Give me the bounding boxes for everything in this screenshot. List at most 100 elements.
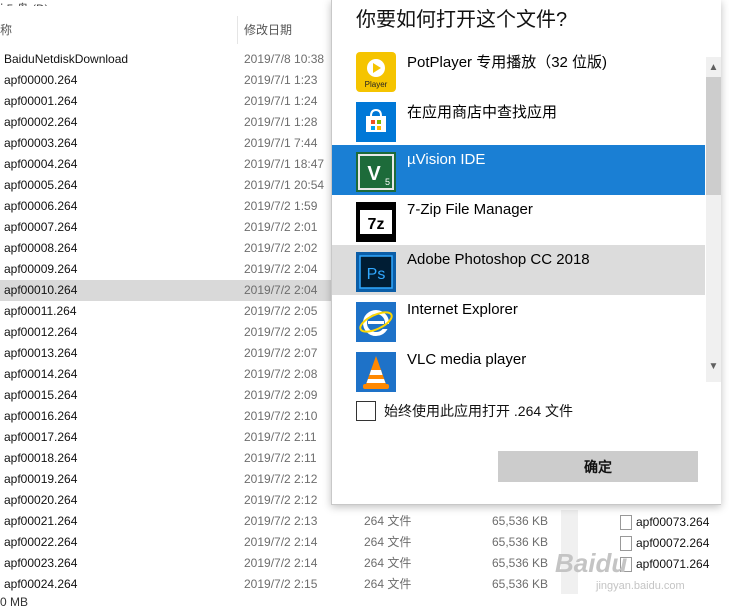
drive-title-fragment: ⅰ 5 盘 (D) xyxy=(0,0,340,6)
file-name: apf00007.264 xyxy=(4,220,78,234)
table-row[interactable]: apf00010.264 2019/7/2 2:04 xyxy=(0,280,340,301)
list-item[interactable]: apf00073.264 xyxy=(620,512,709,532)
table-row[interactable]: apf00012.264 2019/7/2 2:05 xyxy=(0,322,340,343)
table-row[interactable]: apf00014.264 2019/7/2 2:08 xyxy=(0,364,340,385)
file-date: 2019/7/1 20:54 xyxy=(244,178,325,192)
watermark-url: jingyan.baidu.com xyxy=(596,580,685,592)
file-type: 264 文件 xyxy=(364,556,412,570)
app-item-ie[interactable]: Internet Explorer xyxy=(332,295,705,345)
app-list-scrollbar[interactable]: ▲ ▼ xyxy=(706,57,721,382)
app-label: VLC media player xyxy=(407,351,527,368)
table-row[interactable]: apf00017.264 2019/7/2 2:11 xyxy=(0,427,340,448)
file-name: apf00010.264 xyxy=(4,283,78,297)
file-name: apf00019.264 xyxy=(4,472,78,486)
file-name: apf00023.264 xyxy=(4,556,78,570)
status-bar: 0 MB xyxy=(0,594,729,614)
app-item-7zip[interactable]: 7z 7-Zip File Manager xyxy=(332,195,705,245)
list-item[interactable]: apf00071.264 xyxy=(620,554,709,574)
dialog-title: 你要如何打开这个文件? xyxy=(356,9,568,31)
open-with-dialog: 你要如何打开这个文件? Player PotPlayer 专用播放（32 位版)… xyxy=(331,0,721,505)
file-type: 264 文件 xyxy=(364,577,412,591)
file-date: 2019/7/1 7:44 xyxy=(244,136,318,150)
file-date: 2019/7/2 2:15 xyxy=(244,577,318,591)
table-row[interactable]: apf00024.264 2019/7/2 2:15 264 文件 65,536 KB xyxy=(0,574,600,595)
table-row[interactable]: apf00006.264 2019/7/2 1:59 xyxy=(0,196,340,217)
table-row[interactable]: apf00020.264 2019/7/2 2:12 xyxy=(0,490,340,511)
always-use-checkbox[interactable] xyxy=(356,401,376,421)
table-row[interactable]: apf00003.264 2019/7/1 7:44 xyxy=(0,133,340,154)
uvision-icon: V 5 xyxy=(356,152,396,192)
table-row[interactable]: apf00009.264 2019/7/2 2:04 xyxy=(0,259,340,280)
file-date: 2019/7/2 1:59 xyxy=(244,199,318,213)
app-item-vlc[interactable]: VLC media player xyxy=(332,345,705,395)
photoshop-icon: Ps xyxy=(356,252,396,292)
table-row[interactable]: apf00001.264 2019/7/1 1:24 xyxy=(0,91,340,112)
status-text: 0 MB xyxy=(0,595,29,609)
app-item-uvision[interactable]: V 5 µVision IDE xyxy=(332,145,705,195)
file-date: 2019/7/2 2:09 xyxy=(244,388,318,402)
file-name: apf00005.264 xyxy=(4,178,78,192)
ok-button[interactable]: 确定 xyxy=(498,451,698,482)
file-date: 2019/7/2 2:02 xyxy=(244,241,318,255)
app-item-photoshop[interactable]: Ps Adobe Photoshop CC 2018 xyxy=(332,245,705,295)
store-icon xyxy=(356,102,396,142)
table-row[interactable]: apf00008.264 2019/7/2 2:02 xyxy=(0,238,340,259)
file-name: apf00022.264 xyxy=(4,535,78,549)
svg-text:Ps: Ps xyxy=(367,266,386,283)
scrollbar-thumb[interactable] xyxy=(706,77,721,195)
table-row[interactable]: BaiduNetdiskDownload 2019/7/8 10:38 xyxy=(0,49,340,70)
table-row[interactable]: apf00022.264 2019/7/2 2:14 264 文件 65,536 KB xyxy=(0,532,600,553)
app-label: Adobe Photoshop CC 2018 xyxy=(407,251,590,268)
app-label: PotPlayer 专用播放（32 位版) xyxy=(407,54,608,71)
file-name: apf00020.264 xyxy=(4,493,78,507)
file-name: apf00003.264 xyxy=(4,136,78,150)
file-name: apf00000.264 xyxy=(4,73,78,87)
file-date: 2019/7/2 2:11 xyxy=(244,451,317,465)
column-header-name[interactable]: 称 xyxy=(0,16,12,44)
app-item-potplayer[interactable]: Player PotPlayer 专用播放（32 位版) xyxy=(332,45,705,95)
file-date: 2019/7/2 2:11 xyxy=(244,430,317,444)
column-header-date[interactable]: 修改日期 xyxy=(244,16,292,44)
table-row[interactable]: apf00000.264 2019/7/1 1:23 xyxy=(0,70,340,91)
file-date: 2019/7/1 1:24 xyxy=(244,94,318,108)
file-size: 65,536 KB xyxy=(492,556,549,570)
file-name: apf00001.264 xyxy=(4,94,78,108)
file-name: apf00024.264 xyxy=(4,577,78,591)
chevron-up-icon[interactable]: ▲ xyxy=(706,60,721,75)
file-name: apf00009.264 xyxy=(4,262,78,276)
table-row[interactable]: apf00019.264 2019/7/2 2:12 xyxy=(0,469,340,490)
table-row[interactable]: apf00002.264 2019/7/1 1:28 xyxy=(0,112,340,133)
app-item-store[interactable]: 在应用商店中查找应用 xyxy=(332,95,705,145)
table-row[interactable]: apf00016.264 2019/7/2 2:10 xyxy=(0,406,340,427)
app-label: µVision IDE xyxy=(407,151,486,168)
file-name: apf00008.264 xyxy=(4,241,78,255)
file-name: BaiduNetdiskDownload xyxy=(4,52,129,66)
file-name: apf00002.264 xyxy=(4,115,78,129)
table-row[interactable]: apf00021.264 2019/7/2 2:13 264 文件 65,536 KB xyxy=(0,511,600,532)
file-date: 2019/7/1 1:23 xyxy=(244,73,318,87)
table-row[interactable]: apf00004.264 2019/7/1 18:47 xyxy=(0,154,340,175)
table-row[interactable]: apf00007.264 2019/7/2 2:01 xyxy=(0,217,340,238)
svg-text:Player: Player xyxy=(365,80,388,89)
ie-icon xyxy=(356,302,396,342)
list-item[interactable]: apf00072.264 xyxy=(620,533,709,553)
file-date: 2019/7/2 2:13 xyxy=(244,514,318,528)
table-row[interactable]: apf00013.264 2019/7/2 2:07 xyxy=(0,343,340,364)
table-row[interactable]: apf00018.264 2019/7/2 2:11 xyxy=(0,448,340,469)
chevron-down-icon[interactable]: ▼ xyxy=(706,359,721,374)
table-row[interactable]: apf00011.264 2019/7/2 2:05 xyxy=(0,301,340,322)
file-date: 2019/7/2 2:14 xyxy=(244,556,318,570)
file-size: 65,536 KB xyxy=(492,577,549,591)
file-type: 264 文件 xyxy=(364,535,412,549)
file-name: apf00004.264 xyxy=(4,157,78,171)
vlc-icon xyxy=(356,352,396,392)
table-row[interactable]: apf00023.264 2019/7/2 2:14 264 文件 65,536 KB xyxy=(0,553,600,574)
svg-text:V: V xyxy=(367,163,381,185)
file-name: apf00016.264 xyxy=(4,409,78,423)
table-row[interactable]: apf00005.264 2019/7/1 20:54 xyxy=(0,175,340,196)
app-label: 在应用商店中查找应用 xyxy=(407,104,558,121)
column-divider[interactable] xyxy=(237,16,238,44)
7zip-icon: 7z xyxy=(356,202,396,242)
file-name: apf00017.264 xyxy=(4,430,78,444)
table-row[interactable]: apf00015.264 2019/7/2 2:09 xyxy=(0,385,340,406)
